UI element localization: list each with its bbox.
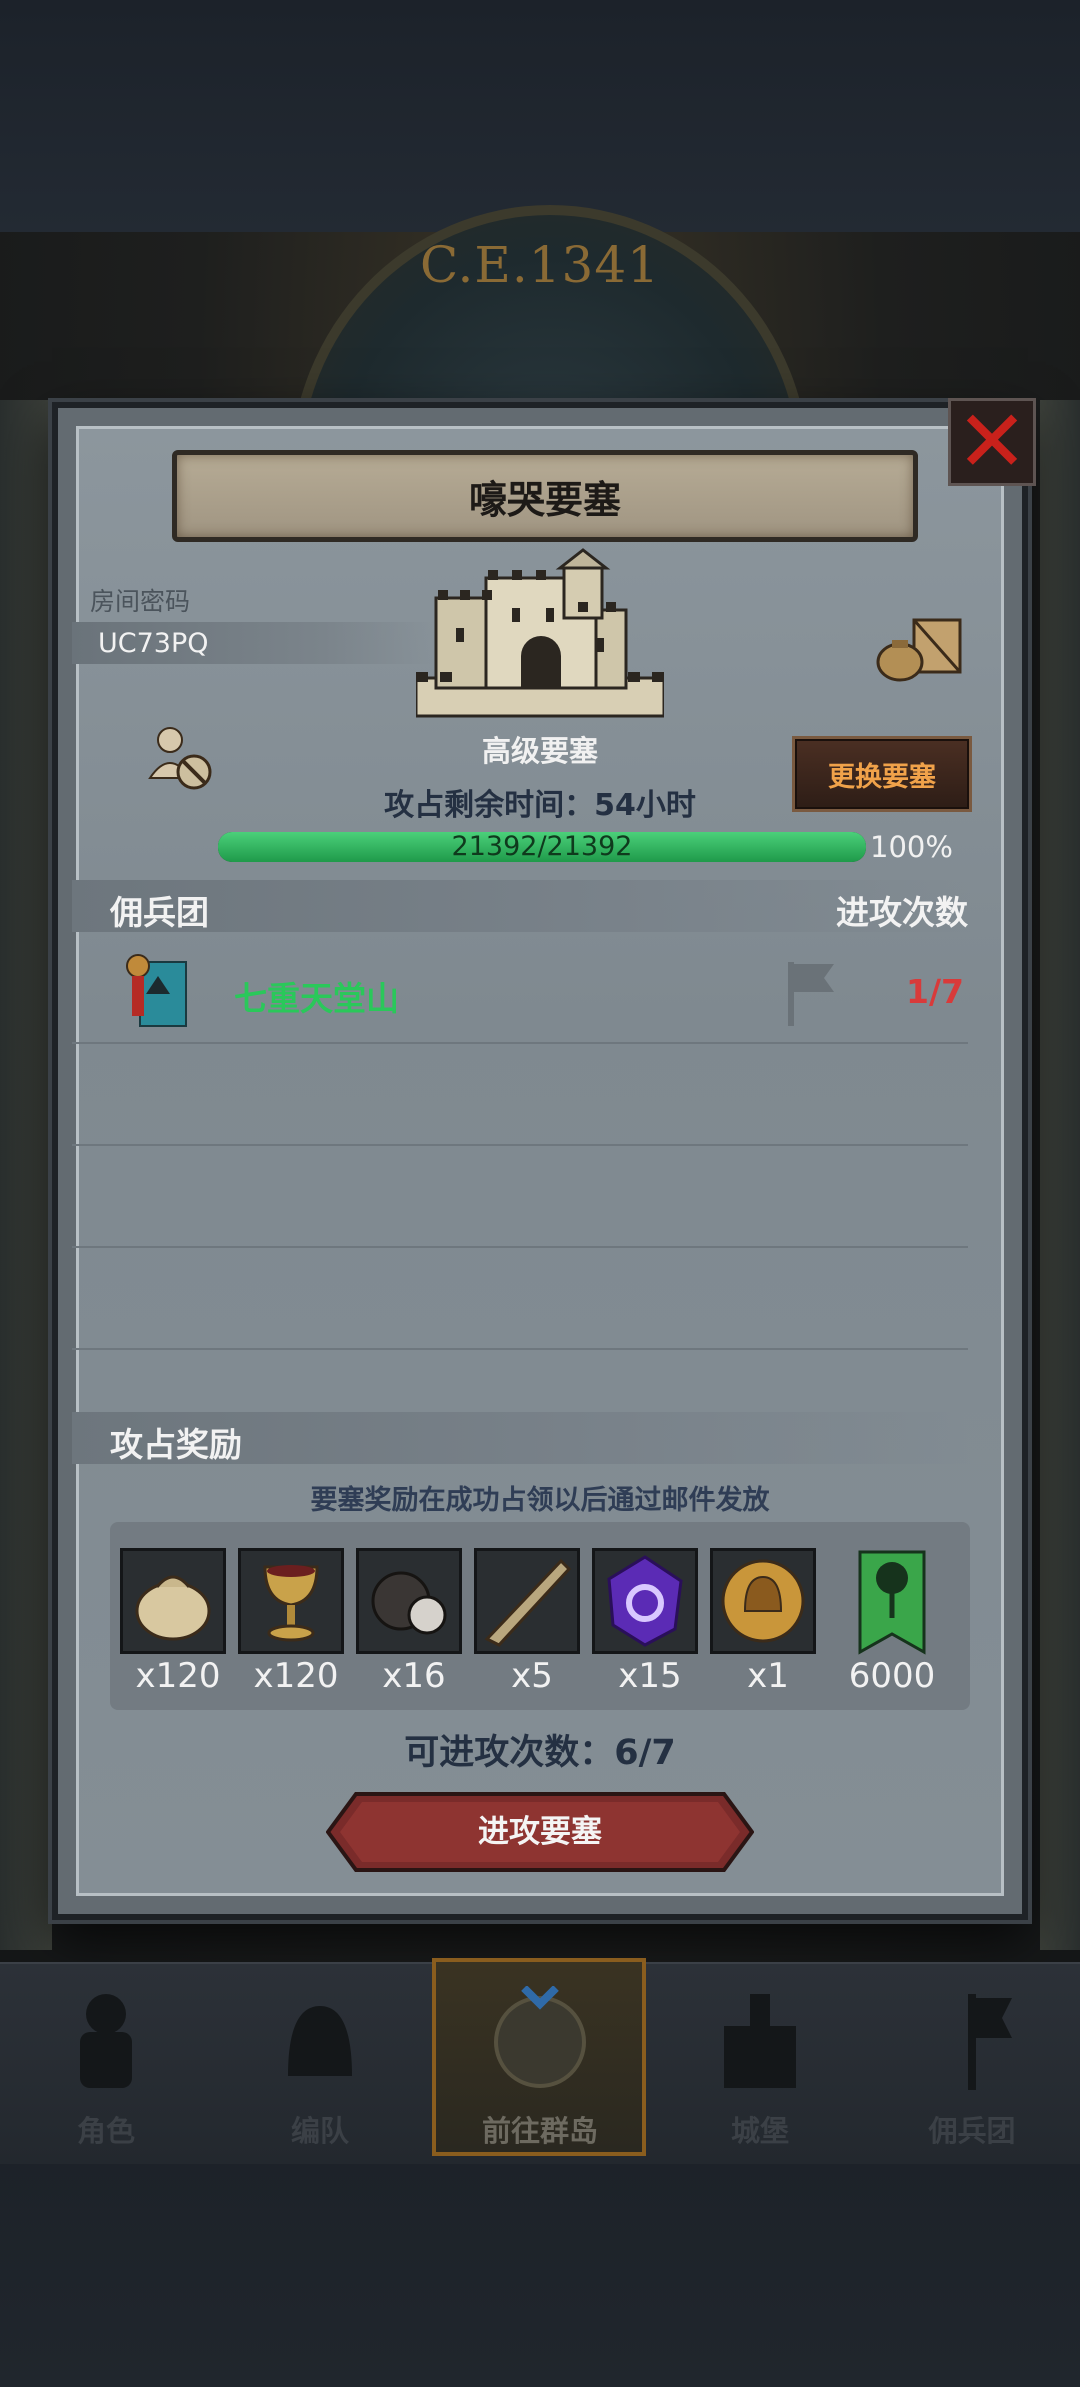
guild-name: 七重天堂山 (234, 979, 399, 1018)
reward-qty: x120 (135, 1656, 221, 1696)
nav-label: 城堡 (730, 2114, 789, 2148)
mercenary-flag-icon (968, 1994, 1012, 2090)
nav-tab-mercenary[interactable]: 佣兵团 (872, 1976, 1072, 2156)
fortress-hp-text: 21392/21392 (451, 831, 633, 862)
empty-row (72, 1246, 968, 1350)
rewards-header: 攻占奖励 (110, 1425, 242, 1464)
reward-qty: x1 (747, 1656, 789, 1696)
supply-crates-icon[interactable] (876, 612, 966, 682)
background-ui-right (1040, 400, 1080, 1950)
nav-label: 佣兵团 (928, 2114, 1016, 2148)
tree-banner-icon (858, 1550, 926, 1655)
change-fortress-button[interactable]: 更换要塞 (792, 736, 972, 812)
empty-row (72, 1144, 968, 1248)
reward-qty: x120 (253, 1656, 339, 1696)
nav-tab-islands[interactable]: 前往群岛 (440, 1976, 640, 2156)
status-area (0, 0, 1080, 232)
background-ui-left (0, 400, 52, 1950)
close-icon: ✕ (955, 392, 1029, 492)
room-code-label: 房间密码 (90, 587, 191, 616)
nav-tab-formation[interactable]: 编队 (220, 1976, 420, 2156)
fortress-hp-percent: 100% (870, 830, 953, 864)
nav-label: 角色 (76, 2114, 135, 2148)
reward-slot[interactable] (356, 1548, 462, 1654)
cloth-sack-icon (135, 1575, 211, 1641)
nav-tab-castle[interactable]: 城堡 (660, 1976, 860, 2156)
helmet-icon (288, 2006, 352, 2076)
rewards-note: 要塞奖励在成功占领以后通过邮件发放 (310, 1485, 770, 1516)
reward-slot[interactable] (592, 1548, 698, 1654)
reward-qty: x5 (511, 1656, 553, 1696)
fortress-castle-icon (416, 548, 664, 718)
remaining-attacks: 可进攻次数：6/7 (404, 1733, 676, 1773)
reward-slot[interactable] (710, 1548, 816, 1654)
dialog-title: 嚎哭要塞 (468, 477, 621, 522)
no-members-icon[interactable] (146, 722, 216, 792)
purple-crystal-icon (607, 1555, 683, 1647)
reward-slot[interactable] (120, 1548, 226, 1654)
fortress-type: 高级要塞 (481, 734, 598, 768)
reward-qty: 6000 (848, 1656, 936, 1696)
mercenary-header: 佣兵团 (110, 893, 209, 932)
capture-time-left: 攻占剩余时间：54小时 (384, 788, 696, 823)
nav-tab-character[interactable]: 角色 (6, 1976, 206, 2156)
knight-icon (80, 1994, 132, 2088)
nav-label: 前往群岛 (481, 2114, 598, 2148)
empty-row (72, 1042, 968, 1146)
attacks-header: 进攻次数 (836, 893, 968, 932)
nav-label: 编队 (290, 2114, 349, 2148)
reward-slot[interactable] (852, 1548, 932, 1656)
room-code: UC73PQ (98, 628, 209, 659)
reward-slot[interactable] (238, 1548, 344, 1654)
compass-map-icon (494, 1986, 586, 2088)
change-fortress-label: 更换要塞 (828, 761, 936, 793)
close-button[interactable]: ✕ (948, 398, 1036, 486)
reward-qty: x15 (618, 1656, 682, 1696)
knight-helmet-coin-icon (721, 1559, 805, 1643)
reward-slot[interactable] (474, 1548, 580, 1654)
reward-qty: x16 (382, 1656, 446, 1696)
truffle-icon (371, 1571, 447, 1635)
guild-attack-count: 1/7 (906, 972, 964, 1011)
era-label: C.E.1341 (419, 236, 660, 294)
castle-icon (724, 1994, 796, 2088)
horn-icon (484, 1558, 572, 1647)
attack-flag-icon (788, 962, 834, 1026)
guild-banner-icon (126, 954, 187, 1027)
attack-fortress-button[interactable]: 进攻要塞 (326, 1792, 754, 1872)
title-plate: 嚎哭要塞 (172, 450, 918, 542)
golden-goblet-icon (263, 1565, 319, 1642)
attack-fortress-label: 进攻要塞 (478, 1814, 602, 1850)
